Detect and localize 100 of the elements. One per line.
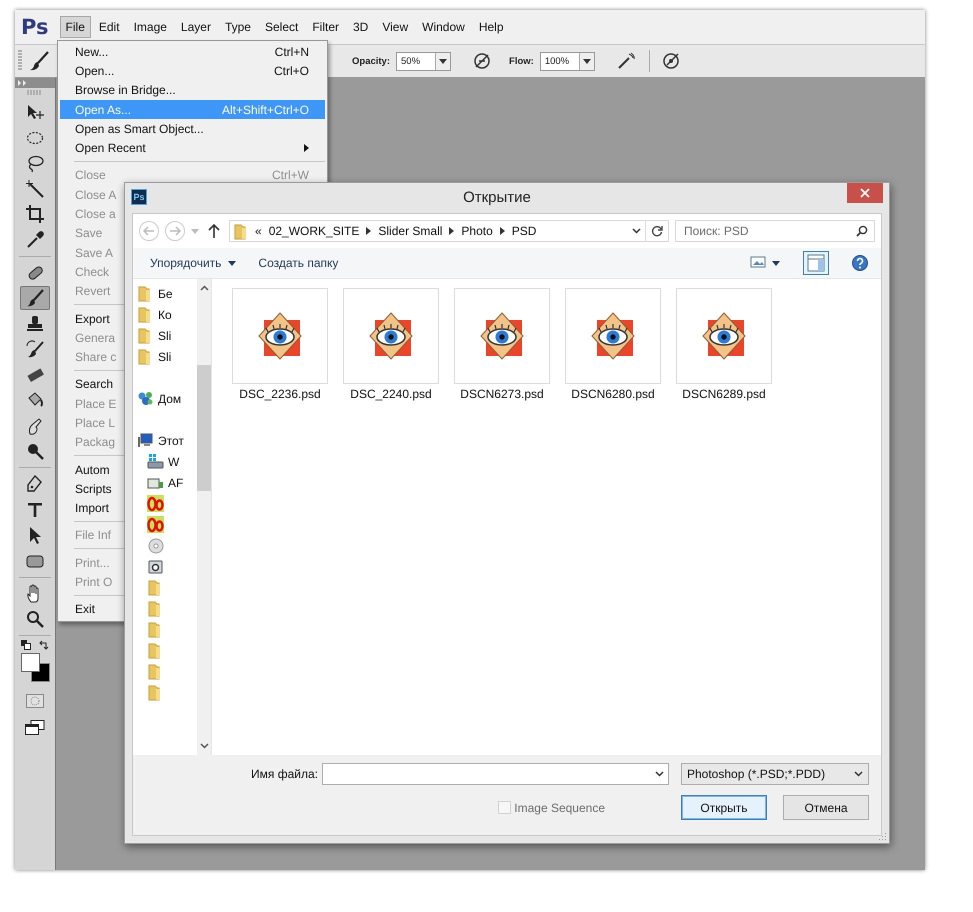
file-thumbnail[interactable]	[676, 288, 772, 384]
brush-tool[interactable]	[20, 286, 50, 310]
pressure-size-icon[interactable]	[662, 52, 680, 70]
file-name[interactable]: DSC_2236.psd	[239, 387, 321, 401]
breadcrumb-segment[interactable]: PSD	[512, 224, 536, 238]
file-name-label: Имя файла:	[251, 767, 318, 781]
organize-menu-button[interactable]: Упорядочить	[141, 252, 246, 274]
menu-item[interactable]: Open...	[75, 64, 114, 78]
file-name-field[interactable]	[322, 763, 669, 785]
breadcrumb-segment[interactable]: 02_WORK_SITE	[268, 224, 360, 238]
nav-item-label[interactable]: W	[168, 454, 180, 468]
nav-item-label[interactable]: AF	[168, 476, 184, 490]
menu-item[interactable]: New...	[75, 44, 108, 59]
nav-item-label[interactable]: Этот	[158, 434, 184, 448]
rings-drive-icon[interactable]	[147, 495, 164, 512]
rings-drive-icon[interactable]	[147, 516, 164, 533]
breadcrumb-arrow-icon[interactable]	[500, 227, 505, 235]
resize-grip-icon[interactable]	[877, 831, 887, 841]
flow-field[interactable]: 100%	[540, 52, 595, 70]
breadcrumb-arrow-icon[interactable]	[366, 227, 372, 235]
network-icon[interactable]	[137, 390, 154, 407]
drive-icon[interactable]	[147, 453, 164, 470]
collapse-icon[interactable]	[18, 80, 27, 86]
menu-item[interactable]: Layer	[174, 16, 217, 38]
menu-item[interactable]: Import	[75, 501, 110, 516]
nav-item-label[interactable]: Sli	[158, 328, 172, 342]
chevron-down-icon	[854, 771, 863, 777]
search-field[interactable]: Поиск: PSD	[675, 220, 875, 242]
menu-item[interactable]: Edit	[92, 16, 126, 38]
caret-icon	[439, 58, 448, 64]
dodge-icon	[25, 441, 45, 461]
airbrush-icon[interactable]	[616, 52, 635, 70]
close-icon	[860, 188, 870, 198]
menu-item[interactable]: Search	[75, 377, 114, 392]
color-swatches-drawing[interactable]	[21, 653, 50, 682]
breadcrumb-segment[interactable]: Slider Small	[378, 224, 442, 238]
chevron-down-icon	[632, 228, 640, 234]
file-name[interactable]: DSCN6273.psd	[460, 387, 544, 401]
submenu-arrow-icon	[304, 144, 309, 152]
breadcrumb-overflow[interactable]: «	[255, 224, 262, 238]
menu-item[interactable]: Help	[472, 16, 510, 38]
nav-item-label[interactable]: Дом	[158, 392, 182, 406]
preview-pane-button[interactable]	[803, 251, 829, 275]
menu-item[interactable]: Open Recent	[75, 141, 146, 156]
screen-mode-icon[interactable]	[25, 720, 45, 736]
nav-item-label[interactable]: Ко	[158, 308, 172, 322]
file-name[interactable]: DSCN6289.psd	[682, 387, 766, 401]
menu-item[interactable]: Open as Smart Object...	[75, 122, 204, 136]
camera-icon[interactable]	[147, 558, 164, 575]
menu-item[interactable]: View	[376, 16, 414, 38]
close-button[interactable]	[847, 183, 883, 203]
pressure-pen-icon[interactable]	[473, 52, 492, 70]
menu-item[interactable]: Autom	[75, 462, 110, 477]
default-colors-icon[interactable]	[21, 640, 31, 650]
open-button[interactable]: Открыть	[681, 795, 767, 820]
breadcrumb-arrow-icon[interactable]	[449, 227, 454, 235]
new-folder-button[interactable]: Создать папку	[249, 252, 348, 274]
file-thumbnail[interactable]	[232, 288, 328, 384]
file-name[interactable]: DSC_2240.psd	[350, 387, 432, 401]
checkbox-label: Image Sequence	[514, 800, 605, 814]
menu-item[interactable]: Browse in Bridge...	[75, 83, 176, 98]
breadcrumb-segment[interactable]: Photo	[461, 224, 493, 238]
file-thumbnail[interactable]	[454, 288, 550, 384]
menu-item[interactable]: Scripts	[75, 482, 112, 496]
menu-item[interactable]: 3D	[347, 16, 374, 38]
opacity-label: Opacity:	[352, 56, 390, 66]
menu-item[interactable]: Image	[128, 16, 173, 38]
file-thumbnail[interactable]	[565, 288, 661, 384]
scrollbar[interactable]	[197, 279, 211, 755]
menu-item[interactable]: Type	[218, 16, 257, 38]
up-arrow-icon[interactable]	[208, 224, 220, 238]
menu-item[interactable]: Export	[75, 312, 110, 326]
back-arrow-icon	[143, 226, 155, 236]
swap-arrows-icon[interactable]	[39, 640, 49, 650]
search-icon	[856, 225, 868, 237]
brush-icon[interactable]	[28, 50, 50, 72]
quick-mask-icon[interactable]	[26, 694, 44, 708]
menu-item[interactable]: File	[60, 16, 91, 38]
nav-item-label[interactable]: Sli	[158, 350, 172, 364]
dialog-title: Открытие	[462, 188, 532, 206]
address-bar[interactable]: « 02_WORK_SITE Slider Small Photo PSD	[229, 220, 669, 242]
menu-item[interactable]: Filter	[306, 16, 345, 38]
nav-item-label[interactable]: Бе	[158, 286, 173, 300]
scrollbar-thumb[interactable]	[197, 365, 211, 491]
shortcut-label: Alt+Shift+Ctrl+O	[222, 102, 309, 117]
file-type-dropdown[interactable]: Photoshop (*.PSD;*.PDD)	[681, 763, 869, 785]
computer-icon[interactable]	[137, 432, 154, 449]
shortcut-label: Ctrl+O	[274, 64, 309, 78]
opacity-field[interactable]: 50%	[396, 52, 452, 70]
scroll-up-icon[interactable]	[200, 285, 208, 291]
scroll-down-icon[interactable]	[200, 743, 208, 749]
cancel-button[interactable]: Отмена	[783, 795, 869, 820]
menu-item[interactable]: Window	[416, 16, 471, 38]
menu-item[interactable]: Exit	[75, 602, 96, 616]
chevron-down-icon	[655, 771, 664, 777]
forward-arrow-icon	[169, 226, 181, 236]
app-icon: Ps	[131, 189, 147, 205]
menu-item[interactable]: Select	[258, 16, 304, 38]
file-name[interactable]: DSCN6280.psd	[571, 387, 655, 401]
file-thumbnail[interactable]	[343, 288, 439, 384]
